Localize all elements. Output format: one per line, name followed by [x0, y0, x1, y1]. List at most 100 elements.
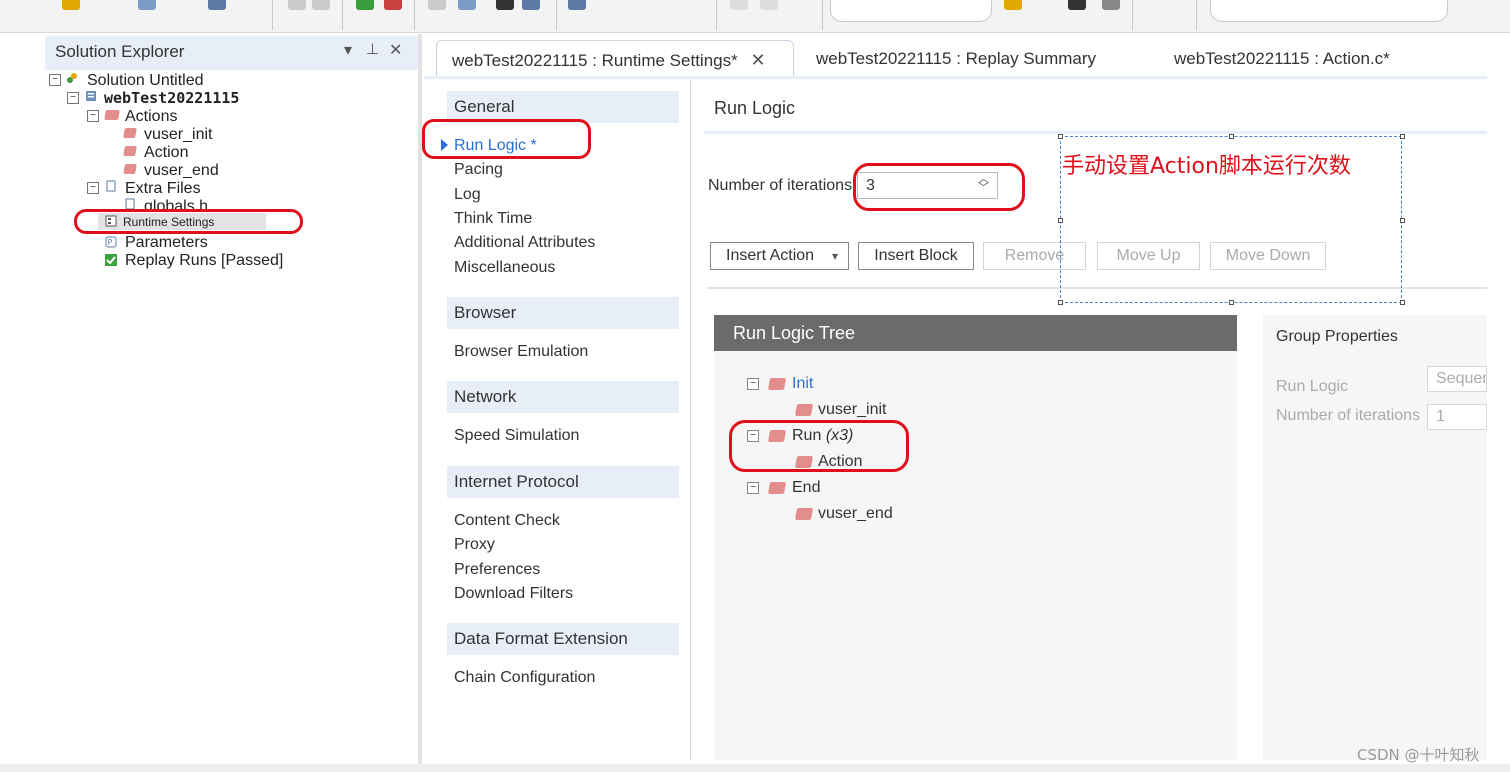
- record-icon[interactable]: [356, 0, 374, 10]
- collapse-icon[interactable]: −: [747, 482, 759, 494]
- group-brick-icon: [767, 378, 787, 390]
- compile-icon[interactable]: [458, 0, 476, 10]
- tab-replay-summary[interactable]: webTest20221115 : Replay Summary: [816, 40, 1096, 76]
- action-brick-icon: [123, 128, 137, 138]
- app-icon[interactable]: [62, 0, 80, 10]
- insert-block-button[interactable]: Insert Block: [858, 242, 974, 270]
- stop-icon[interactable]: [384, 0, 402, 10]
- undo-icon[interactable]: [288, 0, 306, 10]
- tree-item-replay-runs[interactable]: Replay Runs [Passed]: [125, 252, 283, 269]
- run-step-icon[interactable]: [496, 0, 514, 10]
- tree-node-vuser-init[interactable]: vuser_init: [818, 401, 886, 419]
- action-brick-icon: [123, 146, 137, 156]
- highlight-oval: [729, 420, 909, 472]
- action-brick-icon: [123, 164, 137, 174]
- tree-node-vuser-end[interactable]: vuser_end: [818, 505, 893, 523]
- tab-label: webTest20221115 : Runtime Settings*: [452, 51, 738, 70]
- close-tab-icon[interactable]: ✕: [750, 50, 765, 70]
- tree-node-end[interactable]: End: [792, 479, 820, 497]
- iterations-label: Number of iterations: [708, 177, 853, 194]
- collapse-icon[interactable]: −: [87, 110, 99, 122]
- tree-item-parameters[interactable]: Parameters: [125, 234, 208, 252]
- solution-explorer-panel: [45, 34, 418, 764]
- resize-handle: [1400, 300, 1405, 305]
- replay-icon[interactable]: [522, 0, 540, 10]
- action-brick-icon: [794, 404, 814, 416]
- divider: [704, 131, 1487, 134]
- nav-item-preferences[interactable]: Preferences: [454, 561, 540, 579]
- layout-icon[interactable]: [1068, 0, 1086, 10]
- highlight-oval: [74, 209, 303, 234]
- highlight-oval: [422, 119, 591, 159]
- tree-item-actions[interactable]: Actions: [125, 108, 177, 126]
- dropdown-icon[interactable]: ▾: [344, 40, 352, 60]
- pin-icon[interactable]: ⊥: [366, 40, 379, 58]
- svg-text:P: P: [108, 238, 113, 247]
- close-doc-icon[interactable]: [1102, 0, 1120, 10]
- design-icon[interactable]: [568, 0, 586, 10]
- tab-runtime-settings[interactable]: webTest20221115 : Runtime Settings* ✕: [436, 40, 794, 76]
- solution-explorer-title: Solution Explorer: [55, 42, 185, 61]
- collapse-icon[interactable]: −: [49, 74, 61, 86]
- extra-files-icon: [106, 180, 116, 192]
- tree-item-action[interactable]: vuser_end: [144, 162, 219, 180]
- bottom-strip: [0, 764, 1510, 772]
- nav-item-log[interactable]: Log: [454, 186, 481, 204]
- gp-iterations-input[interactable]: 1: [1427, 404, 1487, 430]
- nav-item-download-filters[interactable]: Download Filters: [454, 585, 573, 603]
- nav-item-additional-attributes[interactable]: Additional Attributes: [454, 234, 595, 252]
- run-logic-tree-header: Run Logic Tree: [714, 315, 1237, 351]
- insert-action-label: Insert Action: [726, 247, 815, 264]
- nav-group-network: Network: [447, 381, 679, 413]
- bookmark-icon[interactable]: [1004, 0, 1022, 10]
- toolbar-combo[interactable]: [830, 0, 992, 22]
- resize-handle: [1058, 218, 1063, 223]
- tree-item-solution[interactable]: Solution Untitled: [87, 72, 204, 90]
- group-brick-icon: [767, 482, 787, 494]
- tree-node-init[interactable]: Init: [792, 375, 813, 393]
- script-icon: [86, 91, 96, 101]
- tree-item-action[interactable]: vuser_init: [144, 126, 212, 144]
- save-icon[interactable]: [208, 0, 226, 10]
- watermark: CSDN @十叶知秋: [1357, 746, 1480, 764]
- close-panel-icon[interactable]: ✕: [389, 40, 402, 60]
- passed-check-icon: [105, 254, 117, 266]
- search-documentation-box[interactable]: [1210, 0, 1448, 22]
- nav-group-data-format-extension: Data Format Extension: [447, 623, 679, 655]
- nav-item-chain-configuration[interactable]: Chain Configuration: [454, 669, 595, 687]
- redo-icon[interactable]: [312, 0, 330, 10]
- resize-handle: [1058, 134, 1063, 139]
- collapse-icon[interactable]: −: [87, 182, 99, 194]
- resize-handle: [1400, 218, 1405, 223]
- settings-nav: [424, 80, 691, 760]
- group-properties-title: Group Properties: [1276, 328, 1398, 345]
- nav-item-speed-simulation[interactable]: Speed Simulation: [454, 427, 579, 445]
- nav-item-content-check[interactable]: Content Check: [454, 512, 560, 530]
- collapse-icon[interactable]: −: [67, 92, 79, 104]
- resize-handle: [1400, 134, 1405, 139]
- resize-handle: [1229, 300, 1234, 305]
- pause-icon[interactable]: [428, 0, 446, 10]
- new-file-icon[interactable]: [138, 0, 156, 10]
- chevron-down-icon: ▾: [831, 249, 838, 263]
- nav-item-pacing[interactable]: Pacing: [454, 161, 503, 179]
- collapse-icon[interactable]: −: [747, 378, 759, 390]
- insert-action-button[interactable]: Insert Action ▾: [710, 242, 849, 270]
- gp-run-logic-select[interactable]: Sequential: [1427, 366, 1487, 392]
- nav-item-proxy[interactable]: Proxy: [454, 536, 495, 554]
- tree-item-extra-files[interactable]: Extra Files: [125, 180, 201, 198]
- nav-item-think-time[interactable]: Think Time: [454, 210, 532, 228]
- resize-handle: [1058, 300, 1063, 305]
- action-brick-icon: [794, 508, 814, 520]
- nav-item-miscellaneous[interactable]: Miscellaneous: [454, 259, 555, 277]
- actions-icon: [104, 110, 120, 120]
- nav-item-browser-emulation[interactable]: Browser Emulation: [454, 343, 588, 361]
- tree-item-project[interactable]: webTest20221115: [104, 89, 239, 107]
- highlight-oval: [853, 163, 1025, 211]
- gp-iterations-label: Number of iterations: [1276, 407, 1421, 424]
- tab-action-c[interactable]: webTest20221115 : Action.c*: [1174, 40, 1390, 76]
- uncomment-icon[interactable]: [760, 0, 778, 10]
- tree-item-action[interactable]: Action: [144, 144, 188, 162]
- annotation-note: 手动设置Action脚本运行次数: [1062, 154, 1351, 179]
- comment-icon[interactable]: [730, 0, 748, 10]
